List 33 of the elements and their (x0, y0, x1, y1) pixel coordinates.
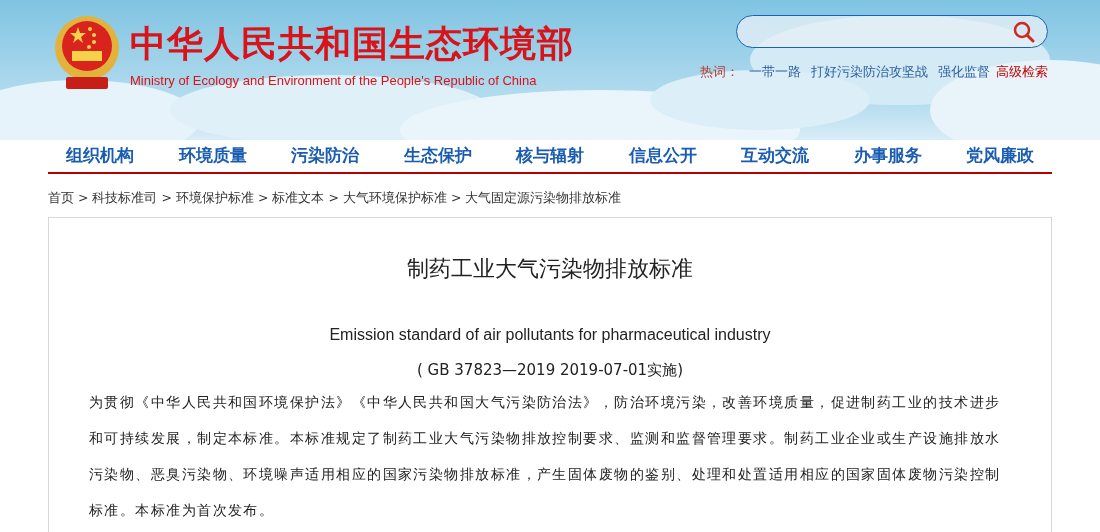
site-title: 中华人民共和国生态环境部 (130, 23, 574, 65)
nav-item[interactable]: 核与辐射 (516, 143, 584, 169)
hot-word-link[interactable]: 强化监督 (938, 62, 990, 82)
nav-item[interactable]: 党风廉政 (966, 143, 1034, 169)
hot-words-label: 热词： (700, 63, 739, 81)
breadcrumb-link[interactable]: 标准文本 (272, 188, 325, 208)
nav-item[interactable]: 组织机构 (66, 143, 134, 169)
nav-item[interactable]: 办事服务 (853, 143, 922, 169)
hot-word-link[interactable]: 打好污染防治攻坚战 (811, 62, 928, 82)
breadcrumb-link[interactable]: 大气固定源污染物排放标准 (465, 188, 622, 208)
site-subtitle: Ministry of Ecology and Environment of the People's Republic of China (130, 72, 538, 90)
breadcrumb-link[interactable]: 大气环境保护标准 (342, 188, 447, 208)
standard-code: ( GB 37823—2019 2019-07-01实施) (416, 360, 684, 382)
breadcrumb-link[interactable]: 科技标准司 (92, 188, 158, 208)
nav-item[interactable]: 信息公开 (628, 143, 697, 169)
breadcrumb-separator: > (257, 188, 269, 207)
nav-item[interactable]: 互动交流 (741, 143, 809, 169)
nav-item[interactable]: 环境质量 (178, 143, 247, 169)
advanced-search-link[interactable]: 高级检索 (996, 62, 1048, 82)
breadcrumb-separator: > (450, 188, 462, 207)
nav-item[interactable]: 生态保护 (403, 143, 472, 169)
hot-word-link[interactable]: 一带一路 (749, 62, 801, 82)
breadcrumb-separator: > (328, 188, 339, 207)
breadcrumb-separator: > (78, 188, 89, 207)
nav-item[interactable]: 污染防治 (291, 143, 359, 169)
search-icon[interactable] (1013, 20, 1035, 43)
article-title: 制药工业大气污染物排放标准 (406, 255, 694, 284)
english-title: Emission standard of air pollutants for pharmaceutical industry (328, 325, 772, 346)
search-field[interactable] (736, 15, 1048, 48)
breadcrumb-separator: > (161, 188, 172, 207)
breadcrumb-link[interactable]: 环境保护标准 (175, 188, 254, 208)
article-paragraph: 为贯彻《中华人民共和国环境保护法》《中华人民共和国大气污染防治法》，防治环境污染，改善环境质量，促进制药工业的技术进步和可持续发展，制定本标准。本标准规定了制药工业大气污染物排放控制要求、监测和监督管理要求。制药工业企业或生产设施排放水污染物、恶臭污染物、环境噪声适用相应的国家污染物排放标准，产生固体废物的鉴别、处理和处置适用相应的国家固体废物污染控制标准。本标准为首次发布。 (89, 392, 1002, 520)
breadcrumb-link[interactable]: 首页 (48, 188, 74, 208)
